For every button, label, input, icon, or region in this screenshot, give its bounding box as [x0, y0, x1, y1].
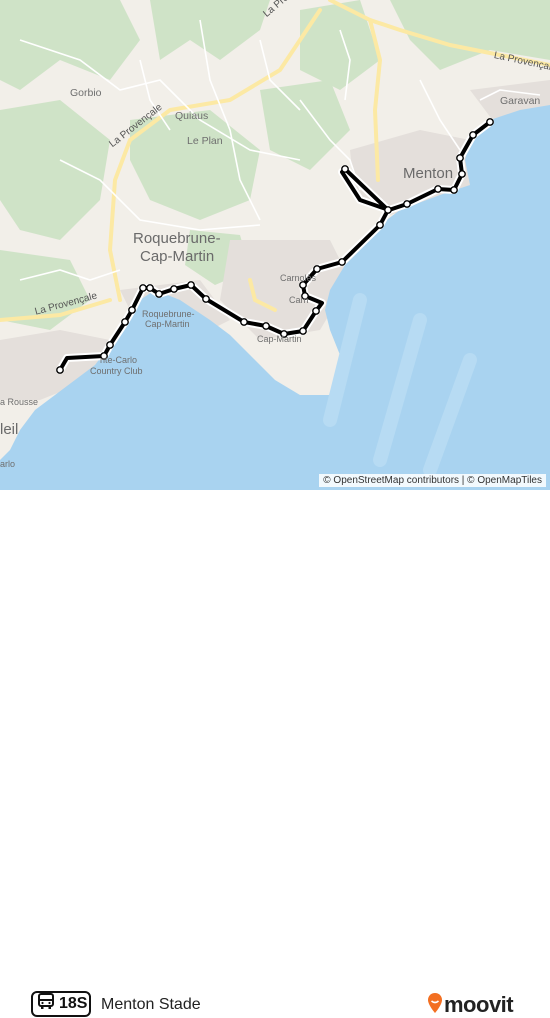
moovit-pin-icon — [428, 992, 442, 1018]
map-label-gorbio: Gorbio — [70, 87, 102, 99]
route-stop[interactable] — [56, 366, 64, 374]
map-attribution[interactable]: © OpenStreetMap contributors | © OpenMap… — [319, 474, 546, 487]
route-stop[interactable] — [187, 281, 195, 289]
route-stop[interactable] — [469, 131, 477, 139]
map-label-carlo: arlo — [0, 459, 16, 469]
route-stop[interactable] — [456, 154, 464, 162]
route-stop[interactable] — [262, 322, 270, 330]
route-stop[interactable] — [106, 341, 114, 349]
route-number: 18S — [59, 995, 88, 1012]
route-stop[interactable] — [384, 206, 392, 214]
map-canvas — [0, 0, 550, 490]
route-stop[interactable] — [170, 285, 178, 293]
map-label-roquebrune-line2: Cap-Martin — [140, 248, 215, 265]
route-stop[interactable] — [434, 185, 442, 193]
route-badge[interactable]: 18S — [31, 991, 91, 1017]
moovit-logo[interactable]: moovit — [428, 992, 514, 1018]
map-label-carnoles-short: Carn — [289, 295, 309, 305]
route-stop[interactable] — [139, 284, 147, 292]
route-stop[interactable] — [313, 265, 321, 273]
route-footer: 18S Menton Stade moovit — [0, 490, 550, 1017]
route-stop[interactable] — [312, 307, 320, 315]
route-map[interactable]: Menton Roquebrune- Cap-Martin Gorbio Qui… — [0, 0, 550, 490]
route-stop[interactable] — [155, 290, 163, 298]
route-stop[interactable] — [403, 200, 411, 208]
map-label-country-club-line2: Country Club — [90, 366, 143, 376]
bus-icon — [38, 993, 54, 1015]
route-stop[interactable] — [341, 165, 349, 173]
route-stop[interactable] — [202, 295, 210, 303]
route-stop[interactable] — [146, 284, 154, 292]
route-stop[interactable] — [458, 170, 466, 178]
map-label-country-club-line1: nte-Carlo — [100, 355, 138, 365]
map-label-garavan: Garavan — [500, 95, 541, 107]
map-label-carnoles: Carnolès — [280, 273, 317, 283]
map-label-cap-martin-small-line2: Cap-Martin — [145, 319, 190, 329]
moovit-wordmark: moovit — [444, 992, 514, 1017]
route-stop[interactable] — [128, 306, 136, 314]
map-label-quiaus: Quiaus — [175, 110, 209, 122]
route-stop[interactable] — [338, 258, 346, 266]
route-stop[interactable] — [376, 221, 384, 229]
route-stop[interactable] — [486, 118, 494, 126]
route-stop[interactable] — [240, 318, 248, 326]
map-label-la-rousse: a Rousse — [0, 397, 39, 407]
map-label-soleil: leil — [0, 421, 19, 438]
route-stop[interactable] — [121, 318, 129, 326]
route-destination: Menton Stade — [101, 996, 201, 1013]
route-stop[interactable] — [450, 186, 458, 194]
map-label-menton: Menton — [403, 165, 454, 182]
map-label-cap-martin-small-line1: Roquebrune- — [142, 309, 195, 319]
map-label-roquebrune-line1: Roquebrune- — [133, 230, 221, 247]
map-label-cap-martin: Cap-Martin — [257, 334, 302, 344]
map-label-le-plan: Le Plan — [187, 135, 223, 147]
